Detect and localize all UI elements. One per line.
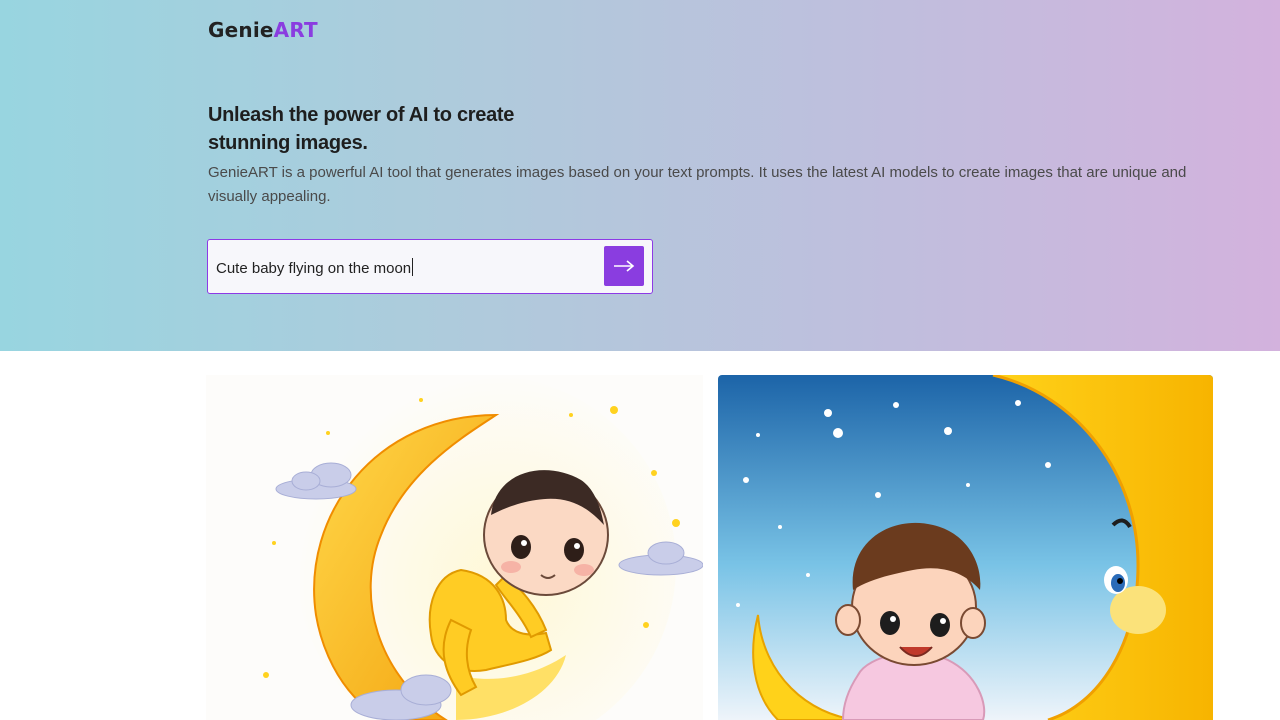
generated-image-1[interactable] bbox=[206, 375, 703, 720]
logo[interactable]: GenieART bbox=[208, 18, 318, 42]
generated-image-2-art bbox=[718, 375, 1213, 720]
generated-image-2[interactable] bbox=[718, 375, 1213, 720]
text-caret bbox=[412, 258, 414, 276]
prompt-search-box[interactable]: Cute baby flying on the moon bbox=[207, 239, 653, 294]
headline-line-1: Unleash the power of AI to create bbox=[208, 104, 515, 126]
hero-headline: Unleash the power of AI to create stunni… bbox=[208, 101, 548, 157]
generated-image-1-art bbox=[206, 375, 703, 720]
generate-submit-button[interactable] bbox=[604, 246, 644, 286]
logo-text-art: ART bbox=[273, 18, 318, 42]
logo-text-genie: Genie bbox=[208, 18, 274, 42]
hero-description: GenieART is a powerful AI tool that gene… bbox=[208, 164, 1187, 205]
headline-line-2: stunning images. bbox=[208, 132, 368, 154]
prompt-input-value: Cute baby flying on the moon bbox=[216, 260, 412, 277]
arrow-right-icon bbox=[614, 260, 635, 272]
prompt-input[interactable]: Cute baby flying on the moon bbox=[216, 258, 414, 277]
hero-section: GenieART Unleash the power of AI to crea… bbox=[0, 0, 1280, 351]
